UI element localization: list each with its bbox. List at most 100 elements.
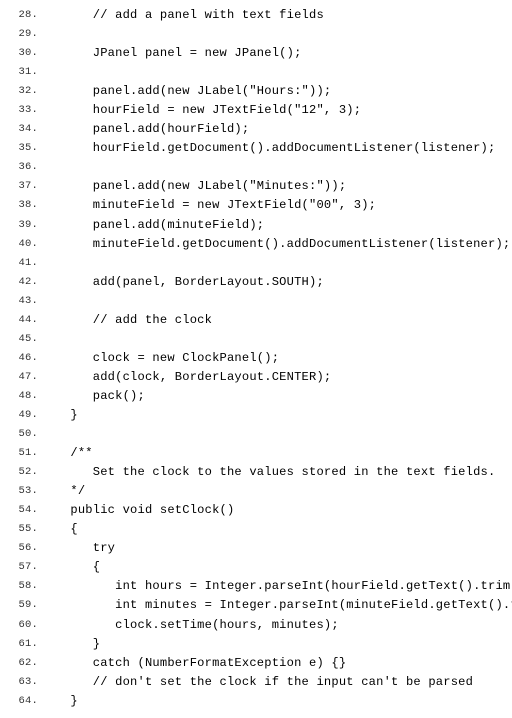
line-number: 31. — [4, 63, 48, 82]
line-number: 48. — [4, 387, 48, 406]
line-number: 32. — [4, 82, 48, 101]
code-text: JPanel panel = new JPanel(); — [48, 44, 508, 63]
line-number: 62. — [4, 654, 48, 673]
code-line: 55. { — [4, 520, 508, 539]
code-text: int minutes = Integer.parseInt(minuteFie… — [48, 596, 512, 615]
line-number: 52. — [4, 463, 48, 482]
line-number: 56. — [4, 539, 48, 558]
line-number: 29. — [4, 25, 48, 44]
code-text: // add the clock — [48, 311, 508, 330]
line-number: 60. — [4, 616, 48, 635]
code-text: } — [48, 406, 508, 425]
code-text: catch (NumberFormatException e) {} — [48, 654, 508, 673]
code-line: 57. { — [4, 558, 508, 577]
code-line: 33. hourField = new JTextField("12", 3); — [4, 101, 508, 120]
code-text: hourField = new JTextField("12", 3); — [48, 101, 508, 120]
line-number: 49. — [4, 406, 48, 425]
code-text — [48, 425, 508, 444]
code-text — [48, 292, 508, 311]
code-line: 43. — [4, 292, 508, 311]
line-number: 63. — [4, 673, 48, 692]
code-line: 59. int minutes = Integer.parseInt(minut… — [4, 596, 508, 615]
code-line: 54. public void setClock() — [4, 501, 508, 520]
line-number: 30. — [4, 44, 48, 63]
code-line: 28. // add a panel with text fields — [4, 6, 508, 25]
line-number: 45. — [4, 330, 48, 349]
line-number: 44. — [4, 311, 48, 330]
code-line: 35. hourField.getDocument().addDocumentL… — [4, 139, 508, 158]
code-text: minuteField.getDocument().addDocumentLis… — [48, 235, 510, 254]
code-line: 49. } — [4, 406, 508, 425]
code-line: 38. minuteField = new JTextField("00", 3… — [4, 196, 508, 215]
code-text: minuteField = new JTextField("00", 3); — [48, 196, 508, 215]
code-line: 62. catch (NumberFormatException e) {} — [4, 654, 508, 673]
line-number: 51. — [4, 444, 48, 463]
line-number: 35. — [4, 139, 48, 158]
code-text: panel.add(minuteField); — [48, 216, 508, 235]
code-line: 37. panel.add(new JLabel("Minutes:")); — [4, 177, 508, 196]
code-text: // add a panel with text fields — [48, 6, 508, 25]
line-number: 43. — [4, 292, 48, 311]
code-text: { — [48, 520, 508, 539]
line-number: 57. — [4, 558, 48, 577]
line-number: 64. — [4, 692, 48, 711]
code-text — [48, 158, 508, 177]
code-line: 64. } — [4, 692, 508, 711]
code-line: 29. — [4, 25, 508, 44]
code-text: clock.setTime(hours, minutes); — [48, 616, 508, 635]
line-number: 59. — [4, 596, 48, 615]
code-text — [48, 63, 508, 82]
code-line: 36. — [4, 158, 508, 177]
code-line: 40. minuteField.getDocument().addDocumen… — [4, 235, 508, 254]
code-text: } — [48, 692, 508, 711]
line-number: 53. — [4, 482, 48, 501]
code-line: 47. add(clock, BorderLayout.CENTER); — [4, 368, 508, 387]
code-line: 60. clock.setTime(hours, minutes); — [4, 616, 508, 635]
line-number: 33. — [4, 101, 48, 120]
line-number: 55. — [4, 520, 48, 539]
code-line: 63. // don't set the clock if the input … — [4, 673, 508, 692]
line-number: 40. — [4, 235, 48, 254]
code-line: 42. add(panel, BorderLayout.SOUTH); — [4, 273, 508, 292]
code-text: hourField.getDocument().addDocumentListe… — [48, 139, 508, 158]
code-line: 61. } — [4, 635, 508, 654]
code-text — [48, 254, 508, 273]
code-text — [48, 330, 508, 349]
code-text: panel.add(new JLabel("Hours:")); — [48, 82, 508, 101]
code-text: public void setClock() — [48, 501, 508, 520]
line-number: 54. — [4, 501, 48, 520]
code-text: } — [48, 635, 508, 654]
code-line: 45. — [4, 330, 508, 349]
code-line: 50. — [4, 425, 508, 444]
code-text: add(panel, BorderLayout.SOUTH); — [48, 273, 508, 292]
code-text: add(clock, BorderLayout.CENTER); — [48, 368, 508, 387]
code-line: 56. try — [4, 539, 508, 558]
code-line: 30. JPanel panel = new JPanel(); — [4, 44, 508, 63]
code-line: 32. panel.add(new JLabel("Hours:")); — [4, 82, 508, 101]
line-number: 58. — [4, 577, 48, 596]
line-number: 39. — [4, 216, 48, 235]
code-listing: 28. // add a panel with text fields 29. … — [0, 0, 512, 718]
line-number: 46. — [4, 349, 48, 368]
code-line: 53. */ — [4, 482, 508, 501]
code-line: 52. Set the clock to the values stored i… — [4, 463, 508, 482]
code-text — [48, 25, 508, 44]
line-number: 36. — [4, 158, 48, 177]
code-line: 34. panel.add(hourField); — [4, 120, 508, 139]
code-line: 41. — [4, 254, 508, 273]
code-line: 44. // add the clock — [4, 311, 508, 330]
code-text: clock = new ClockPanel(); — [48, 349, 508, 368]
code-text: */ — [48, 482, 508, 501]
code-text: Set the clock to the values stored in th… — [48, 463, 508, 482]
code-line: 58. int hours = Integer.parseInt(hourFie… — [4, 577, 508, 596]
code-text: pack(); — [48, 387, 508, 406]
line-number: 38. — [4, 196, 48, 215]
code-line: 39. panel.add(minuteField); — [4, 216, 508, 235]
code-text: // don't set the clock if the input can'… — [48, 673, 508, 692]
code-text: int hours = Integer.parseInt(hourField.g… — [48, 577, 512, 596]
code-line: 46. clock = new ClockPanel(); — [4, 349, 508, 368]
code-text: panel.add(hourField); — [48, 120, 508, 139]
code-text: try — [48, 539, 508, 558]
code-line: 51. /** — [4, 444, 508, 463]
line-number: 61. — [4, 635, 48, 654]
